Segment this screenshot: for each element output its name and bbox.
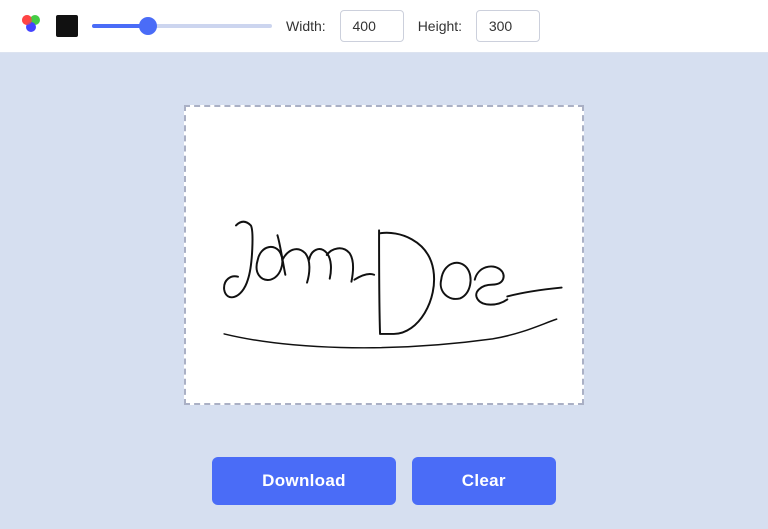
toolbar: Width: Height: (0, 0, 768, 53)
color-swatch[interactable] (56, 15, 78, 37)
width-input[interactable] (340, 10, 404, 42)
canvas-wrapper (0, 53, 768, 457)
pen-size-slider-container (92, 24, 272, 28)
width-label: Width: (286, 18, 326, 34)
buttons-row: Download Clear (212, 457, 556, 529)
signature-canvas[interactable] (184, 105, 584, 405)
clear-button[interactable]: Clear (412, 457, 556, 505)
height-input[interactable] (476, 10, 540, 42)
download-button[interactable]: Download (212, 457, 396, 505)
signature-drawing (186, 107, 582, 403)
pen-size-slider[interactable] (92, 24, 272, 28)
color-picker-icon[interactable] (20, 13, 42, 40)
height-label: Height: (418, 18, 462, 34)
